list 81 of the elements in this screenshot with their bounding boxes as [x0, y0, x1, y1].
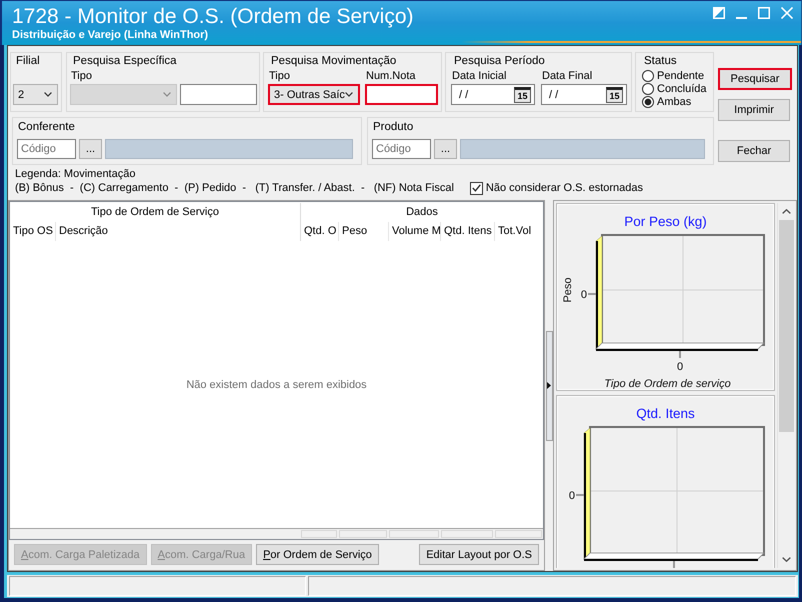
code-field[interactable]: Código — [17, 139, 76, 159]
group-title: Produto — [372, 120, 414, 135]
grid-button: Acom. Carga/Rua — [150, 544, 252, 565]
group-title: Pesquisa Específica — [72, 54, 178, 69]
caret-right-icon — [547, 382, 551, 389]
text-field[interactable] — [180, 84, 257, 105]
column-header[interactable]: Descrição — [55, 222, 300, 241]
legend-text: (B) Bônus - (C) Carregamento - (P) Pedido - (T) Transfer. / Abast. - (NF) Nota Fiscal — [15, 181, 454, 195]
radio-button[interactable] — [642, 82, 654, 94]
y-axis-tick-label: 0 — [568, 490, 575, 502]
y-axis-title: Peso — [562, 277, 574, 303]
summary-cell — [441, 530, 493, 538]
half-filled-square-icon[interactable] — [713, 7, 725, 19]
window-subtitle: Distribuição e Varejo (Linha WinThor) — [12, 29, 208, 42]
field-label: Data Inicial — [451, 69, 508, 84]
radio-label[interactable]: Ambas — [657, 96, 692, 108]
summary-cell — [301, 530, 337, 538]
axis-tick-mark — [673, 561, 675, 568]
column-group-header: Dados — [300, 203, 543, 222]
group-title: Pesquisa Movimentação — [270, 54, 398, 69]
x-axis-tick-label: 0 — [676, 361, 684, 373]
action-button[interactable]: Imprimir — [718, 99, 790, 121]
radio-label[interactable]: Pendente — [657, 70, 704, 82]
window-title: 1728 - Monitor de O.S. (Ordem de Serviço) — [12, 5, 414, 29]
axis-tick-mark — [576, 494, 584, 496]
chevron-down-icon — [163, 92, 171, 97]
radio-label[interactable]: Concluída — [657, 82, 707, 94]
close-icon[interactable] — [781, 7, 793, 19]
chevron-down-icon[interactable] — [782, 557, 790, 562]
axis-tick-mark — [588, 293, 596, 295]
chevron-down-icon — [44, 92, 52, 97]
grid-button: Acom. Carga Paletizada — [14, 544, 147, 565]
calendar-button[interactable]: 15 — [514, 86, 531, 102]
text-field[interactable] — [365, 84, 438, 105]
y-axis-tick-label: 0 — [580, 289, 587, 301]
column-header[interactable]: Qtd. Itens — [440, 222, 494, 241]
grid-button[interactable]: Por Ordem de Serviço — [256, 544, 379, 565]
x-axis-title: Tipo de Ordem de serviço — [604, 378, 731, 389]
field-label: Tipo — [70, 69, 93, 84]
radio-button[interactable] — [642, 96, 654, 108]
group-title: Conferente — [17, 120, 76, 135]
date-field[interactable]: / / 15 — [541, 84, 627, 105]
column-header[interactable]: Peso — [338, 222, 388, 241]
column-header[interactable]: Qtd. O — [300, 222, 338, 241]
scrollbar-thumb[interactable] — [778, 220, 794, 432]
action-button[interactable]: Fechar — [718, 140, 790, 162]
checkbox[interactable] — [470, 182, 483, 194]
empty-message: Não existem dados a serem exibidos — [186, 378, 367, 390]
group-title: Filial — [15, 54, 41, 69]
date-field[interactable]: / / 15 — [451, 84, 535, 105]
field-label: Data Final — [541, 69, 594, 84]
column-header[interactable]: Tot.Vol — [494, 222, 543, 241]
column-header[interactable]: Tipo OS — [10, 222, 55, 241]
splitter-handle[interactable] — [546, 330, 552, 440]
checkmark-icon — [472, 184, 481, 192]
summary-cell — [389, 530, 439, 538]
group-title: Status — [643, 54, 678, 69]
legend-title: Legenda: Movimentação — [15, 167, 136, 181]
action-button[interactable]: Pesquisar — [718, 68, 792, 90]
browse-button[interactable]: ... — [79, 139, 102, 159]
chart-title: Por Peso (kg) — [624, 214, 707, 230]
dropdown[interactable]: 2 — [13, 84, 58, 105]
calendar-button[interactable]: 15 — [606, 86, 623, 102]
column-header[interactable]: Volume M — [388, 222, 440, 241]
axis-tick-mark — [679, 351, 681, 358]
radio-button[interactable] — [642, 70, 654, 82]
dropdown[interactable]: 3- Outras Saíc — [268, 84, 360, 105]
chart-title: Qtd. Itens — [636, 406, 695, 422]
field-label: Num.Nota — [365, 69, 417, 84]
group-title: Pesquisa Período — [453, 54, 546, 69]
chevron-up-icon[interactable] — [782, 209, 790, 214]
summary-cell — [495, 530, 542, 538]
maximize-icon[interactable] — [758, 7, 770, 19]
code-field[interactable]: Código — [372, 139, 431, 159]
field-label: Tipo — [268, 69, 291, 84]
grid-button[interactable]: Editar Layout por O.S — [419, 544, 539, 565]
checkbox-label[interactable]: Não considerar O.S. estornadas — [486, 182, 644, 194]
summary-cell — [339, 530, 387, 538]
browse-button[interactable]: ... — [434, 139, 457, 159]
chevron-down-icon — [345, 92, 353, 97]
column-group-header: Tipo de Ordem de Serviço — [90, 205, 220, 220]
